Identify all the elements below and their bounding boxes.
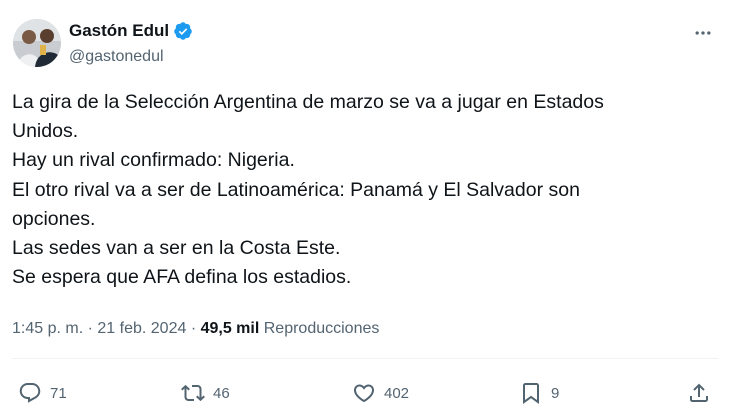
tweet-text-line: Se espera que AFA defina los estadios. <box>12 266 352 289</box>
tweet-text-line: Unidos. <box>12 120 79 143</box>
retweet-button[interactable]: 46 <box>181 378 230 408</box>
meta-separator: · <box>190 320 197 337</box>
retweet-icon <box>181 384 205 402</box>
avatar[interactable] <box>13 19 61 67</box>
reply-count: 71 <box>50 384 67 402</box>
views-count: 49,5 mil <box>200 320 260 337</box>
like-button[interactable]: 402 <box>352 378 409 408</box>
tweet-text-line: Hay un rival confirmado: Nigeria. <box>12 149 295 172</box>
author-handle[interactable]: @gastonedul <box>69 47 164 67</box>
tweet-time[interactable]: 1:45 p. m. <box>12 320 83 337</box>
bookmark-count: 9 <box>551 384 560 402</box>
tweet-text-line: Las sedes van a ser en la Costa Este. <box>12 237 341 260</box>
more-icon <box>695 31 711 35</box>
verified-badge-icon <box>173 21 193 41</box>
bookmark-button[interactable]: 9 <box>519 378 559 408</box>
author-display-name[interactable]: Gastón Edul <box>69 21 169 41</box>
reply-button[interactable]: 71 <box>18 378 67 408</box>
tweet-meta: 1:45 p. m. · 21 feb. 2024 · 49,5 mil Rep… <box>12 319 379 339</box>
author-name-row[interactable]: Gastón Edul <box>69 21 193 41</box>
retweet-count: 46 <box>213 384 230 402</box>
divider <box>12 358 718 359</box>
tweet-text-line: opciones. <box>12 207 96 230</box>
action-bar: 71 46 402 9 <box>0 378 730 408</box>
like-count: 402 <box>384 384 410 402</box>
share-button[interactable] <box>687 378 711 408</box>
tweet-card: Gastón Edul @gastonedul La gira de la Se… <box>0 0 730 414</box>
heart-icon <box>353 384 375 403</box>
tweet-text-line: El otro rival va a ser de Latinoamérica:… <box>12 178 580 201</box>
views-label: Reproducciones <box>263 320 380 337</box>
reply-icon <box>19 383 41 403</box>
tweet-text-line: La gira de la Selección Argentina de mar… <box>12 91 604 113</box>
meta-separator: · <box>87 320 93 337</box>
tweet-text: La gira de la Selección Argentina de mar… <box>12 88 712 292</box>
more-options-button[interactable] <box>688 20 718 46</box>
avatar-image <box>13 19 61 67</box>
tweet-date[interactable]: 21 feb. 2024 <box>97 320 186 337</box>
share-icon <box>690 383 708 402</box>
bookmark-icon <box>523 383 539 404</box>
